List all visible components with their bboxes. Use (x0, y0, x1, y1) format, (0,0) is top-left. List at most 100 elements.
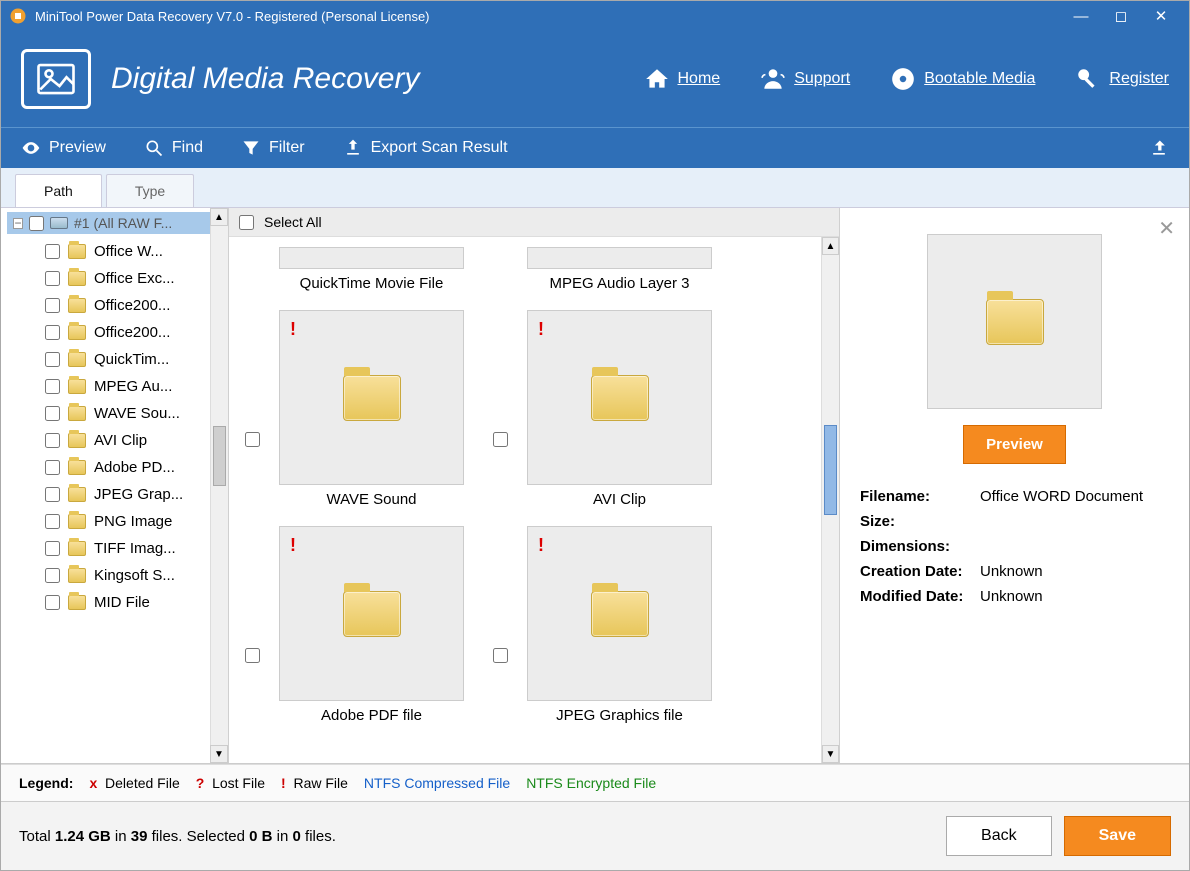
tree-item-checkbox[interactable] (45, 568, 60, 583)
tree-item-checkbox[interactable] (45, 379, 60, 394)
raw-file-icon: ! (281, 775, 286, 791)
window-title: MiniTool Power Data Recovery V7.0 - Regi… (35, 9, 430, 24)
tree-item[interactable]: MID File (41, 589, 228, 616)
filter-icon (241, 138, 261, 158)
tree-item-checkbox[interactable] (45, 406, 60, 421)
back-button[interactable]: Back (946, 816, 1052, 856)
toolbar-share[interactable] (1149, 138, 1169, 158)
tree-item-checkbox[interactable] (45, 271, 60, 286)
folder-icon (986, 299, 1044, 345)
tree-item[interactable]: JPEG Grap... (41, 481, 228, 508)
nav-support[interactable]: Support (760, 66, 850, 92)
tree-item[interactable]: QuickTim... (41, 346, 228, 373)
tab-path[interactable]: Path (15, 174, 102, 207)
tree-item[interactable]: TIFF Imag... (41, 535, 228, 562)
tree-item-checkbox[interactable] (45, 352, 60, 367)
tree-item-label: Office Exc... (94, 270, 175, 287)
tree-item[interactable]: PNG Image (41, 508, 228, 535)
thumb-checkbox[interactable] (245, 432, 260, 447)
tree-item-label: Office200... (94, 324, 170, 341)
meta-dimensions-label: Dimensions: (860, 538, 980, 555)
tree-item-label: Kingsoft S... (94, 567, 175, 584)
export-icon (343, 138, 363, 158)
thumb-label: AVI Clip (593, 491, 646, 508)
meta-filename-value: Office WORD Document (980, 488, 1169, 505)
folder-icon (68, 298, 86, 313)
tree-item-checkbox[interactable] (45, 244, 60, 259)
file-thumb-cell[interactable]: ! Adobe PDF file (245, 526, 475, 724)
meta-size-value (980, 513, 1169, 530)
preview-button[interactable]: Preview (963, 425, 1066, 464)
eye-icon (21, 138, 41, 158)
file-thumb-cell[interactable]: MPEG Audio Layer 3 (493, 247, 723, 292)
tree-scroll-down[interactable]: ▼ (210, 745, 228, 763)
nav-bootable-media[interactable]: Bootable Media (890, 66, 1035, 92)
file-thumb-cell[interactable]: QuickTime Movie File (245, 247, 475, 292)
thumb-image (527, 247, 712, 269)
select-all-checkbox[interactable] (239, 215, 254, 230)
minimize-button[interactable]: — (1061, 8, 1101, 25)
tree-item[interactable]: Kingsoft S... (41, 562, 228, 589)
tree-item-label: JPEG Grap... (94, 486, 183, 503)
raw-file-icon: ! (538, 319, 544, 340)
tree-item-checkbox[interactable] (45, 460, 60, 475)
nav-home[interactable]: Home (644, 66, 721, 92)
save-button[interactable]: Save (1064, 816, 1171, 856)
close-button[interactable]: ✕ (1141, 7, 1181, 25)
thumb-checkbox[interactable] (245, 648, 260, 663)
toolbar-preview[interactable]: Preview (21, 138, 106, 158)
home-icon (644, 66, 670, 92)
raw-file-icon: ! (290, 535, 296, 556)
thumb-label: JPEG Graphics file (556, 707, 683, 724)
nav-register[interactable]: Register (1075, 66, 1169, 92)
file-thumb-cell[interactable]: !WAVE Sound (245, 310, 475, 508)
folder-icon (68, 325, 86, 340)
support-icon (760, 66, 786, 92)
maximize-button[interactable]: ◻ (1101, 7, 1141, 25)
tab-type[interactable]: Type (106, 174, 194, 207)
grid-scroll-down[interactable]: ▼ (822, 745, 839, 763)
tree-item[interactable]: AVI Clip (41, 427, 228, 454)
thumb-label: Adobe PDF file (321, 707, 422, 724)
tab-bar: Path Type (1, 168, 1189, 208)
tree-item-checkbox[interactable] (45, 514, 60, 529)
tree-root-checkbox[interactable] (29, 216, 44, 231)
tree-item[interactable]: Office200... (41, 319, 228, 346)
tree-root-label: #1 (All RAW F... (74, 215, 172, 231)
folder-icon (68, 433, 86, 448)
tree-collapse-icon[interactable]: − (13, 218, 23, 229)
grid-scroll-up[interactable]: ▲ (822, 237, 839, 255)
tree-item[interactable]: Office Exc... (41, 265, 228, 292)
toolbar-find[interactable]: Find (144, 138, 203, 158)
tree-item[interactable]: Office W... (41, 238, 228, 265)
meta-size-label: Size: (860, 513, 980, 530)
toolbar-filter[interactable]: Filter (241, 138, 305, 158)
file-thumb-cell[interactable]: !JPEG Graphics file (493, 526, 723, 724)
grid-scrollbar[interactable]: ▲ ▼ (821, 237, 839, 763)
tree-scrollbar[interactable] (210, 226, 228, 745)
folder-icon (68, 379, 86, 394)
tree-item-checkbox[interactable] (45, 595, 60, 610)
share-icon (1149, 138, 1169, 158)
tree-item-label: QuickTim... (94, 351, 169, 368)
toolbar-export[interactable]: Export Scan Result (343, 138, 508, 158)
tree-item-checkbox[interactable] (45, 325, 60, 340)
tree-item[interactable]: WAVE Sou... (41, 400, 228, 427)
tree-item-checkbox[interactable] (45, 487, 60, 502)
tree-scroll-up[interactable]: ▲ (210, 208, 228, 226)
tree-item-checkbox[interactable] (45, 298, 60, 313)
file-thumb-cell[interactable]: ! AVI Clip (493, 310, 723, 508)
tree-root-row[interactable]: − #1 (All RAW F... (7, 212, 228, 234)
tree-item[interactable]: Office200... (41, 292, 228, 319)
thumb-checkbox[interactable] (493, 432, 508, 447)
folder-icon (68, 595, 86, 610)
thumb-image: ! (279, 526, 464, 701)
thumb-checkbox[interactable] (493, 648, 508, 663)
preview-close-icon[interactable]: ✕ (1158, 216, 1175, 241)
tree-item-checkbox[interactable] (45, 541, 60, 556)
tree-item-checkbox[interactable] (45, 433, 60, 448)
legend-lost: Lost File (212, 775, 265, 791)
tree-item[interactable]: Adobe PD... (41, 454, 228, 481)
tree-item[interactable]: MPEG Au... (41, 373, 228, 400)
legend-ntfs-compressed: NTFS Compressed File (364, 775, 510, 791)
